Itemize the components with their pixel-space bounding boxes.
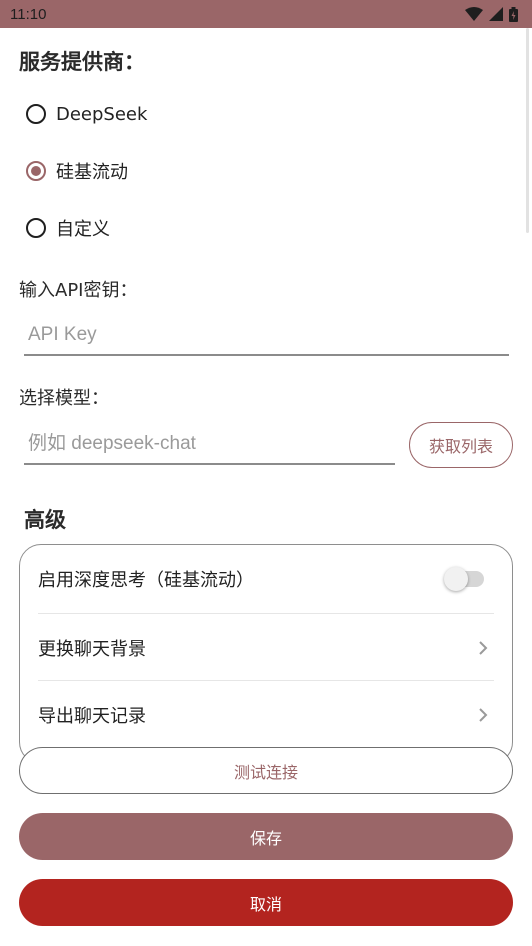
battery-icon (509, 6, 518, 22)
provider-title: 服务提供商： (19, 50, 145, 74)
provider-option-label: 自定义 (56, 219, 110, 240)
provider-option-siliconflow[interactable]: 硅基流动 (26, 155, 128, 187)
status-icons (465, 6, 518, 22)
model-input[interactable] (24, 425, 395, 465)
cell-signal-icon (489, 7, 503, 21)
save-button[interactable]: 保存 (19, 813, 513, 860)
cancel-button[interactable]: 取消 (19, 879, 513, 926)
radio-unchecked-icon[interactable] (26, 104, 46, 124)
export-chat-label: 导出聊天记录 (38, 705, 146, 727)
chevron-right-icon (479, 707, 488, 722)
advanced-title: 高级 (24, 508, 66, 532)
deep-thinking-row[interactable]: 启用深度思考（硅基流动） (38, 545, 494, 612)
provider-option-deepseek[interactable]: DeepSeek (26, 98, 147, 130)
status-time: 11:10 (10, 5, 47, 23)
provider-option-label: DeepSeek (56, 103, 148, 125)
change-background-label: 更换聊天背景 (38, 638, 146, 660)
radio-checked-icon[interactable] (26, 161, 46, 181)
settings-content[interactable]: 服务提供商： DeepSeek 硅基流动 自定义 输入API密钥： 选择模型： … (0, 28, 532, 946)
provider-option-custom[interactable]: 自定义 (26, 212, 110, 244)
deep-thinking-toggle[interactable] (444, 566, 484, 591)
test-connection-button[interactable]: 测试连接 (19, 747, 513, 794)
api-key-input[interactable] (24, 316, 509, 356)
fetch-models-button[interactable]: 获取列表 (409, 422, 513, 468)
chevron-right-icon (479, 640, 488, 655)
scrollbar[interactable] (526, 28, 529, 233)
model-label: 选择模型： (19, 388, 109, 409)
deep-thinking-label: 启用深度思考（硅基流动） (38, 569, 254, 591)
export-chat-row[interactable]: 导出聊天记录 (38, 681, 494, 748)
radio-unchecked-icon[interactable] (26, 218, 46, 238)
status-bar: 11:10 (0, 0, 532, 28)
provider-option-label: 硅基流动 (56, 162, 128, 183)
api-key-label: 输入API密钥： (19, 280, 138, 301)
change-background-row[interactable]: 更换聊天背景 (38, 614, 494, 681)
advanced-card: 启用深度思考（硅基流动） 更换聊天背景 导出聊天记录 (19, 544, 513, 764)
wifi-icon (465, 7, 483, 21)
